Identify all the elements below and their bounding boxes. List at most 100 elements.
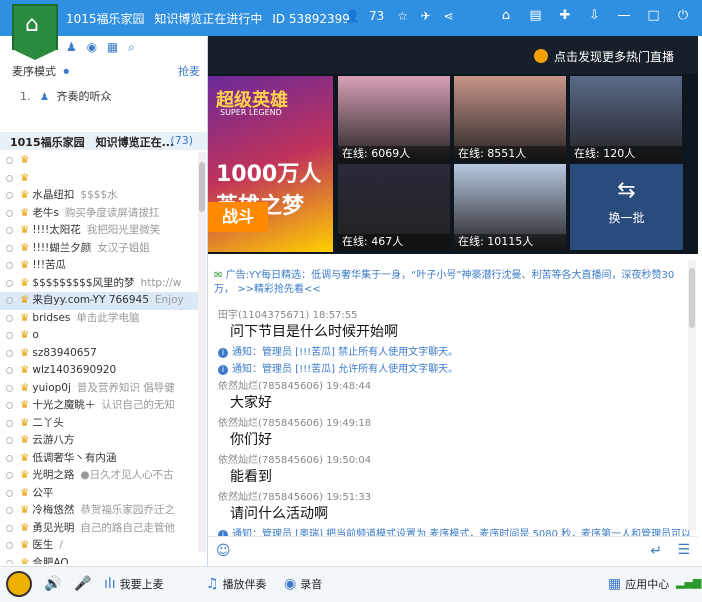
- member-row[interactable]: ♛ 公平: [0, 485, 198, 503]
- channel-home-badge[interactable]: ⌂: [12, 4, 58, 60]
- users-icon: 👤: [345, 9, 360, 23]
- vip-icon: ♛: [20, 486, 30, 499]
- minimize-icon[interactable]: —: [611, 8, 637, 23]
- chat-input[interactable]: [238, 542, 628, 562]
- ad-link[interactable]: >>精彩抢先看<<: [237, 284, 321, 295]
- member-row[interactable]: ♛ 云游八方: [0, 432, 198, 450]
- member-name: !!!!蝴兰夕颜: [32, 241, 92, 254]
- member-row[interactable]: ♛ !!!苦瓜: [0, 257, 198, 275]
- status-dot: [6, 507, 13, 514]
- member-row[interactable]: ♛ 冷梅悠然 恭贺福乐家园乔迁之: [0, 502, 198, 520]
- message-meta[interactable]: 依然灿烂(785845606) 19:48:44: [218, 377, 371, 392]
- window-controls: ⌂ ▤ ✚ ⇩ — □ ⏻: [493, 8, 696, 23]
- scroll-thumb[interactable]: [199, 162, 205, 212]
- message-meta[interactable]: 依然灿烂(785845606) 19:51:33: [218, 488, 371, 503]
- mic-volume-icon[interactable]: 🎤: [74, 576, 95, 592]
- status-dot: [6, 297, 13, 304]
- avatar[interactable]: [6, 571, 32, 597]
- record-button[interactable]: ◉ 录音: [284, 576, 322, 592]
- vip-icon: ♛: [20, 451, 30, 464]
- live-card[interactable]: 在线: 120人: [570, 76, 682, 162]
- chat-scrollbar[interactable]: [688, 260, 696, 530]
- member-row[interactable]: ♛ bridses 单击此学电脑: [0, 310, 198, 328]
- emoji-icon[interactable]: ☺: [216, 543, 231, 559]
- speaker-icon[interactable]: 🔊: [44, 576, 65, 592]
- member-scrollbar[interactable]: [198, 152, 206, 552]
- status-dot: [6, 332, 13, 339]
- plane-icon[interactable]: ✈: [421, 9, 431, 23]
- vip-icon: ♛: [20, 434, 30, 446]
- channel-header[interactable]: 1015福乐家园 知识博览正在... (73): [0, 132, 207, 150]
- live-card[interactable]: 在线: 8551人: [454, 76, 566, 162]
- member-row[interactable]: ♛ yuiop0j 普及营养知识 倡导健: [0, 380, 198, 398]
- home-icon[interactable]: ⌂: [493, 8, 519, 23]
- member-row[interactable]: ♛: [0, 152, 198, 170]
- live-card[interactable]: 在线: 467人: [338, 164, 450, 250]
- maximize-icon[interactable]: □: [641, 8, 667, 23]
- member-row[interactable]: ♛ 勇见光明 自己的路自己走管他: [0, 520, 198, 538]
- more-icon[interactable]: ☰: [677, 542, 690, 558]
- member-row[interactable]: ♛ sz83940657: [0, 345, 198, 363]
- game-banner[interactable]: 超级英雄 SUPER LEGEND 1000万人 英雄之梦 战斗: [208, 76, 333, 252]
- app-center-button[interactable]: ▦ 应用中心: [608, 576, 669, 592]
- channel-name: 1015福乐家园: [66, 12, 145, 26]
- game-icon[interactable]: ✚: [552, 8, 578, 23]
- refresh-button[interactable]: ⇆ 换一批: [570, 164, 683, 250]
- mic-button[interactable]: ılı 我要上麦: [104, 576, 164, 592]
- member-name: 合肥AQ: [32, 556, 69, 565]
- left-toolbar: ♟ ◉ ▦ ⌕: [66, 40, 141, 55]
- member-name: 云游八方: [32, 434, 75, 446]
- message-meta[interactable]: 依然灿烂(785845606) 19:49:18: [218, 414, 371, 429]
- banner-subtitle: SUPER LEGEND: [220, 108, 282, 117]
- queue-item[interactable]: 1. ♟ 齐奏的听众: [20, 88, 111, 104]
- message-meta[interactable]: 依然灿烂(785845606) 19:50:04: [218, 451, 371, 466]
- send-icon[interactable]: ↵: [650, 543, 662, 559]
- member-row[interactable]: ♛ 低调奢华丶有内涵: [0, 450, 198, 468]
- member-row[interactable]: ♛ 二丫头: [0, 415, 198, 433]
- chat-scroll-thumb[interactable]: [689, 268, 695, 328]
- member-signature: 普及营养知识 倡导健: [76, 381, 175, 394]
- member-row[interactable]: ♛ o: [0, 327, 198, 345]
- document-icon[interactable]: ▤: [523, 8, 549, 23]
- discover-live-link[interactable]: 点击发现更多热门直播: [533, 48, 674, 65]
- online-count: 73: [368, 9, 385, 23]
- search-icon[interactable]: ⌕: [128, 40, 135, 54]
- member-row[interactable]: ♛ wlz1403690920: [0, 362, 198, 380]
- star-icon[interactable]: ☆: [397, 9, 408, 23]
- status-dot: [6, 192, 13, 199]
- member-row[interactable]: ♛ 光明之路 ●日久才见人心不古: [0, 467, 198, 485]
- member-row[interactable]: ♛ 医生 /: [0, 537, 198, 555]
- share-icon[interactable]: ⋖: [444, 9, 454, 23]
- live-card[interactable]: 在线: 10115人: [454, 164, 566, 250]
- member-row[interactable]: ♛ !!!!太阳花 我把阳光里微笑: [0, 222, 198, 240]
- message-meta[interactable]: 田宇(1104375671) 18:57:55: [218, 306, 398, 321]
- accompaniment-button[interactable]: ♫ 播放伴奏: [206, 576, 267, 592]
- member-row[interactable]: ♛ 来自yy.com-YY 766945 Enjoy: [0, 292, 198, 310]
- live-card[interactable]: 在线: 6069人: [338, 76, 450, 162]
- ad-line[interactable]: ✉ 广告:YY每日精选：低调与奢华集于一身，“叶子小号”神豪潜行沈曼、利苦等各大…: [214, 269, 684, 297]
- member-row[interactable]: ♛ $$$$$$$$$风里的梦 http://w: [0, 275, 198, 293]
- power-icon[interactable]: ⏻: [670, 8, 696, 23]
- member-name: 医生: [32, 539, 54, 551]
- person-icon[interactable]: ♟: [66, 40, 77, 54]
- member-row[interactable]: ♛ 十光之魔眺＋ 认识自己的无知: [0, 397, 198, 415]
- input-bar: ☺ ↵ ☰: [208, 536, 698, 566]
- channel-status: 知识博览正在进行中: [154, 12, 263, 26]
- member-signature: 女汉子姐姐: [97, 241, 150, 254]
- member-row[interactable]: ♛ 老牛s 购买争度读屏请拔扛: [0, 205, 198, 223]
- member-row[interactable]: ♛ 水晶纽扣 $$$$水: [0, 187, 198, 205]
- channel-header-title: 1015福乐家园 知识博览正在...: [10, 136, 175, 149]
- member-row[interactable]: ♛: [0, 170, 198, 188]
- member-row[interactable]: ♛ !!!!蝴兰夕颜 女汉子姐姐: [0, 240, 198, 258]
- mic-icon[interactable]: ⏺: [64, 65, 70, 78]
- location-icon[interactable]: ◉: [87, 40, 97, 54]
- window-title: 1015福乐家园 知识博览正在进行中 ID 53892399: [66, 10, 356, 27]
- notes-icon[interactable]: ▦: [107, 40, 118, 54]
- grab-mic-button[interactable]: 抢麦: [178, 63, 200, 79]
- user-icon: ♟: [40, 92, 49, 103]
- download-icon[interactable]: ⇩: [582, 8, 608, 23]
- message-body: 问下节目是什么时候开始啊: [230, 324, 398, 340]
- member-row[interactable]: ♛ 合肥AQ: [0, 555, 198, 565]
- banner-button[interactable]: 战斗: [208, 202, 268, 232]
- house-icon: ⌂: [25, 12, 39, 37]
